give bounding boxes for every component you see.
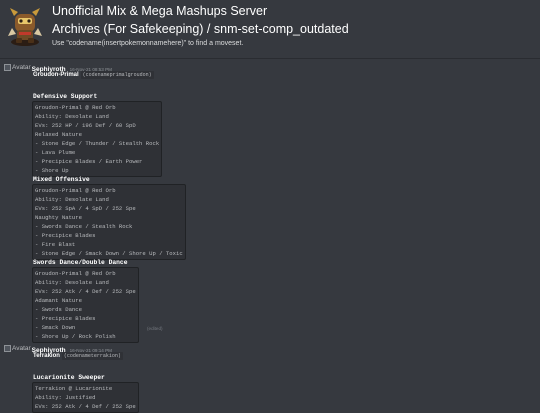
code-line: - Stone Edge / Thunder / Stealth Rock (35, 140, 160, 147)
code-line: - Precipice Blades / Earth Power (35, 158, 143, 165)
avatar[interactable]: Avatar (4, 64, 31, 71)
broken-image-icon (4, 345, 11, 352)
avatar-alt-text: Avatar (12, 345, 31, 352)
code-line: - Fire Blast (35, 241, 76, 248)
avatar[interactable]: Avatar (4, 345, 31, 352)
code-line: - Smack Down (35, 324, 76, 331)
code-line: Ability: Justified (35, 394, 96, 401)
edited-label: (edited) (147, 326, 163, 331)
code-line: - Swords Dance / Stealth Rock (35, 223, 133, 230)
broken-image-icon (4, 64, 11, 71)
code-line: Ability: Desolate Land (35, 196, 109, 203)
code-line: EVs: 252 HP / 196 Def / 60 SpD (35, 122, 136, 129)
code-line: Groudon-Primal @ Red Orb (35, 104, 116, 111)
channel-header: Unofficial Mix & Mega Mashups Server Arc… (0, 0, 540, 59)
code-line: - Stone Edge / Smack Down / Shore Up / T… (35, 250, 183, 257)
code-line: - Swords Dance (35, 306, 82, 313)
code-line: - Shore Up (35, 167, 69, 174)
server-logo-icon (8, 8, 42, 46)
code-line: EVs: 252 SpA / 4 SpD / 252 Spe (35, 205, 136, 212)
pokemon-codename: (codenameprimalgroudon) (80, 71, 154, 79)
set-codeblock: Terrakion @ Lucarionite Ability: Justifi… (32, 382, 139, 413)
pokemon-codename: (codenameterrakion) (61, 352, 123, 360)
set-codeblock: Groudon-Primal @ Red Orb Ability: Desola… (32, 184, 186, 260)
set-title: Swords Dance/Double Dance (33, 259, 128, 266)
code-line: Groudon-Primal @ Red Orb (35, 187, 116, 194)
set-codeblock: Groudon-Primal @ Red Orb Ability: Desola… (32, 101, 163, 177)
pokemon-title: Groudon-Primal (codenameprimalgroudon) (33, 71, 154, 79)
code-line: Naughty Nature (35, 214, 82, 221)
set-title: Mixed Offensive (33, 176, 90, 183)
set-codeblock: Groudon-Primal @ Red Orb Ability: Desola… (32, 267, 139, 343)
code-line: - Precipice Blades (35, 315, 96, 322)
pokemon-title: Terrakion (codenameterrakion) (33, 352, 123, 360)
set-title: Lucarionite Sweeper (33, 374, 105, 381)
code-line: EVs: 252 Atk / 4 Def / 252 Spe (35, 403, 136, 410)
code-line: Adamant Nature (35, 297, 82, 304)
code-line: EVs: 252 Atk / 4 Def / 252 Spe (35, 288, 136, 295)
code-line: Relaxed Nature (35, 131, 82, 138)
set-title: Defensive Support (33, 93, 98, 100)
pokemon-name: Terrakion (33, 353, 60, 359)
channel-name: Archives (For Safekeeping) / snm-set-com… (52, 22, 349, 36)
code-line: - Precipice Blades (35, 232, 96, 239)
avatar-alt-text: Avatar (12, 64, 31, 71)
code-line: - Lava Plume (35, 149, 76, 156)
code-line: Terrakion @ Lucarionite (35, 385, 113, 392)
code-line: - Shore Up / Rock Polish (35, 333, 116, 340)
code-line: Groudon-Primal @ Red Orb (35, 270, 116, 277)
server-name: Unofficial Mix & Mega Mashups Server (52, 4, 268, 18)
pokemon-name: Groudon-Primal (33, 72, 79, 78)
code-line: Ability: Desolate Land (35, 279, 109, 286)
code-line: Ability: Desolate Land (35, 113, 109, 120)
channel-topic: Use "codename(insertpokemonnamehere)" to… (52, 40, 244, 47)
